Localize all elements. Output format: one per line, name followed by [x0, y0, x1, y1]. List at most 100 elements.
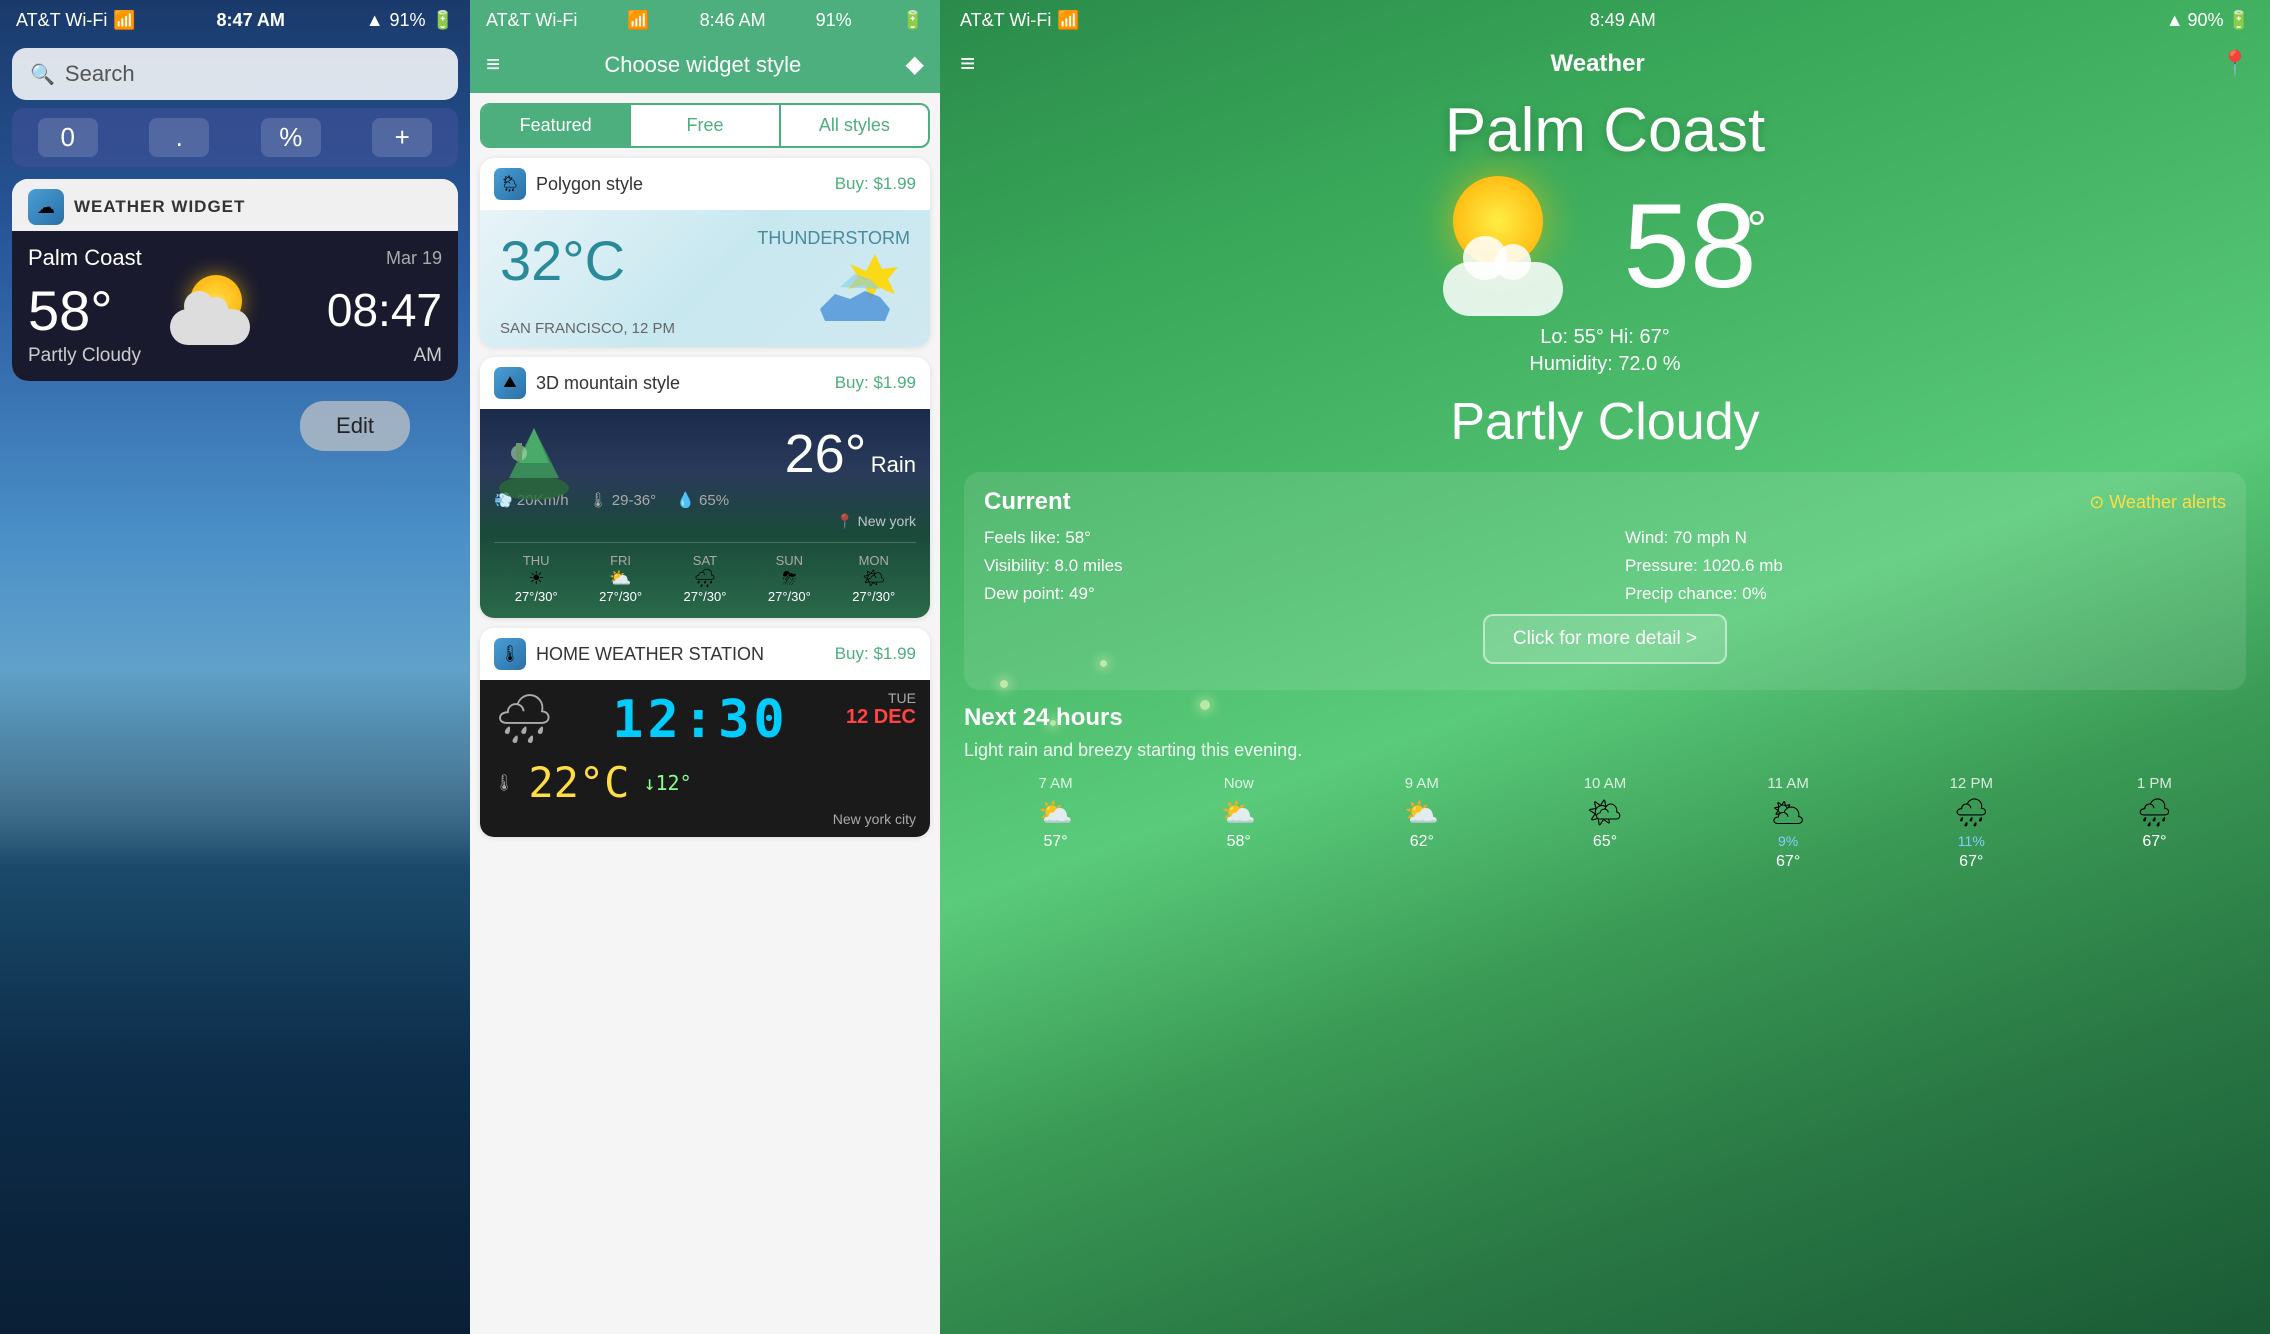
- hamburger-icon[interactable]: ≡: [486, 51, 500, 79]
- mountain-buy-button[interactable]: Buy: $1.99: [835, 373, 916, 393]
- mountain-app-icon: ⛰: [494, 367, 526, 399]
- tab-featured[interactable]: Featured: [482, 105, 631, 146]
- p3-status-left: AT&T Wi-Fi 📶: [960, 10, 1080, 31]
- tab-all-styles[interactable]: All styles: [781, 105, 928, 146]
- thermometer-icon: 🌡: [494, 773, 514, 793]
- weather-widget-body: Palm Coast Mar 19 58° 08:47 Partly Cloud…: [12, 231, 458, 381]
- weather-widget-card: ☁ WEATHER WIDGET Palm Coast Mar 19 58° 0…: [12, 179, 458, 381]
- wifi-icon: 📶: [113, 10, 135, 31]
- detail-dew-point: Dew point: 49°: [984, 584, 1585, 604]
- glow-dot-4: [1100, 660, 1107, 667]
- battery-icon: 🔋: [432, 10, 454, 31]
- weather-alerts-label[interactable]: ⊙ Weather alerts: [2089, 492, 2226, 513]
- weather-location-row: Palm Coast Mar 19: [28, 245, 442, 271]
- hour-temp-now: 58°: [1147, 833, 1330, 851]
- calc-dot[interactable]: .: [149, 118, 209, 157]
- status-time: 8:47 AM: [217, 10, 285, 31]
- p3-location-icon: ▲: [2166, 10, 2184, 31]
- weather-main-row: 58° 08:47: [28, 275, 442, 345]
- mountain-feels-like: 🌡 29-36°: [589, 491, 657, 509]
- hour-temp-9am: 62°: [1330, 833, 1513, 851]
- location-icon: ▲: [366, 10, 384, 31]
- edit-button[interactable]: Edit: [300, 401, 410, 451]
- panel2-header: ≡ Choose widget style ◆: [470, 40, 940, 93]
- p3-location-pin-icon[interactable]: 📍: [2220, 49, 2250, 78]
- hour-7am: 7 AM ⛅ 57°: [964, 775, 1147, 871]
- calc-zero[interactable]: 0: [38, 118, 98, 157]
- next24-title: Next 24 hours: [964, 704, 2246, 732]
- panel2-title: Choose widget style: [500, 52, 906, 78]
- mountain-style-name: 3D mountain style: [536, 373, 680, 394]
- hour-icon-12pm: 🌧: [1880, 796, 2063, 829]
- more-detail-button[interactable]: Click for more detail >: [1483, 614, 1727, 664]
- p3-battery: 90%: [2188, 10, 2224, 31]
- diamond-icon[interactable]: ◆: [906, 50, 924, 79]
- condition-text: Partly Cloudy: [28, 345, 141, 367]
- p2-time: 8:46 AM: [700, 10, 766, 31]
- main-temperature: 58°: [1623, 179, 1766, 313]
- city-name: Palm Coast: [964, 95, 2246, 166]
- hour-icon-11am: 🌥: [1697, 796, 1880, 829]
- station-date: 12 DEC: [846, 706, 916, 729]
- glow-dot-1: [1000, 680, 1008, 688]
- cloud-shape: [170, 309, 250, 345]
- p2-battery-icon: 🔋: [902, 10, 924, 31]
- polygon-icon-svg: [810, 249, 910, 329]
- hour-12pm: 12 PM 🌧 11% 67°: [1880, 775, 2063, 871]
- hour-9am: 9 AM ⛅ 62°: [1330, 775, 1513, 871]
- polygon-style-card: 🌦 Polygon style Buy: $1.99 32°C THUNDERS…: [480, 158, 930, 347]
- search-bar[interactable]: 🔍 Search: [12, 48, 458, 100]
- current-header: Current ⊙ Weather alerts: [984, 488, 2226, 516]
- polygon-condition: THUNDERSTORM: [757, 228, 910, 249]
- main-weather-row: 58°: [964, 176, 2246, 316]
- forecast-day-thu: THU ☀ 27°/30°: [515, 553, 558, 604]
- carrier-label: AT&T Wi-Fi: [16, 10, 107, 31]
- hour-10am: 10 AM 🌤 65°: [1513, 775, 1696, 871]
- hour-precip-11am: 9%: [1697, 833, 1880, 849]
- panel3-body: Palm Coast 58° Lo: 55° Hi: 67° Humidity:…: [940, 95, 2270, 1334]
- condition-large-text: Partly Cloudy: [964, 392, 2246, 452]
- detail-pressure: Pressure: 1020.6 mb: [1625, 556, 2226, 576]
- hour-time-7am: 7 AM: [964, 775, 1147, 792]
- forecast-day-sun: SUN ⛈ 27°/30°: [768, 553, 811, 604]
- p3-wifi-icon: 📶: [1057, 10, 1079, 31]
- current-section: Current ⊙ Weather alerts Feels like: 58°…: [964, 472, 2246, 690]
- hour-1pm: 1 PM 🌧 67°: [2063, 775, 2246, 871]
- polygon-temp-area: 32°C: [500, 228, 625, 293]
- forecast-day-sat: SAT 🌧 27°/30°: [684, 553, 727, 604]
- lo-hi-row: Lo: 55° Hi: 67°: [964, 326, 2246, 349]
- home-station-card: 🌡 HOME WEATHER STATION Buy: $1.99 🌧 12:3…: [480, 628, 930, 837]
- polygon-preview: 32°C THUNDERSTORM SAN FRANCISCO, 12 PM: [480, 210, 930, 347]
- p2-wifi-icon: 📶: [627, 10, 649, 31]
- hourly-row: 7 AM ⛅ 57° Now ⛅ 58° 9 AM ⛅ 62° 10 AM 🌤: [964, 775, 2246, 871]
- next24-description: Light rain and breezy starting this even…: [964, 740, 2246, 761]
- polygon-buy-button[interactable]: Buy: $1.99: [835, 174, 916, 194]
- mountain-temp-area: 26° Rain: [785, 423, 916, 485]
- tab-free[interactable]: Free: [631, 105, 780, 146]
- hour-time-11am: 11 AM: [1697, 775, 1880, 792]
- polygon-style-name: Polygon style: [536, 174, 643, 195]
- mountain-temperature: 26°: [785, 424, 867, 484]
- station-card-left: 🌡 HOME WEATHER STATION: [494, 638, 764, 670]
- humidity-row: Humidity: 72.0 %: [964, 353, 2246, 376]
- detail-feels-like: Feels like: 58°: [984, 528, 1585, 548]
- calc-percent[interactable]: %: [261, 118, 321, 157]
- hour-icon-10am: 🌤: [1513, 796, 1696, 829]
- hour-time-10am: 10 AM: [1513, 775, 1696, 792]
- calc-plus[interactable]: +: [372, 118, 432, 157]
- p3-hamburger-icon[interactable]: ≡: [960, 48, 975, 79]
- mountain-card-left: ⛰ 3D mountain style: [494, 367, 680, 399]
- style-tabs: Featured Free All styles: [480, 103, 930, 148]
- polygon-temperature: 32°C: [500, 228, 625, 293]
- detail-precip: Precip chance: 0%: [1625, 584, 2226, 604]
- p3-status-right: ▲ 90% 🔋: [2166, 10, 2250, 31]
- station-clock: 12:30: [612, 690, 789, 750]
- glow-dot-3: [1200, 700, 1210, 710]
- hour-icon-1pm: 🌧: [2063, 796, 2246, 829]
- p2-battery: 91%: [816, 10, 852, 31]
- hour-11am: 11 AM 🌥 9% 67°: [1697, 775, 1880, 871]
- mountain-card-header: ⛰ 3D mountain style Buy: $1.99: [480, 357, 930, 409]
- hour-icon-9am: ⛅: [1330, 796, 1513, 829]
- weather-date: Mar 19: [386, 248, 442, 269]
- station-buy-button[interactable]: Buy: $1.99: [835, 644, 916, 664]
